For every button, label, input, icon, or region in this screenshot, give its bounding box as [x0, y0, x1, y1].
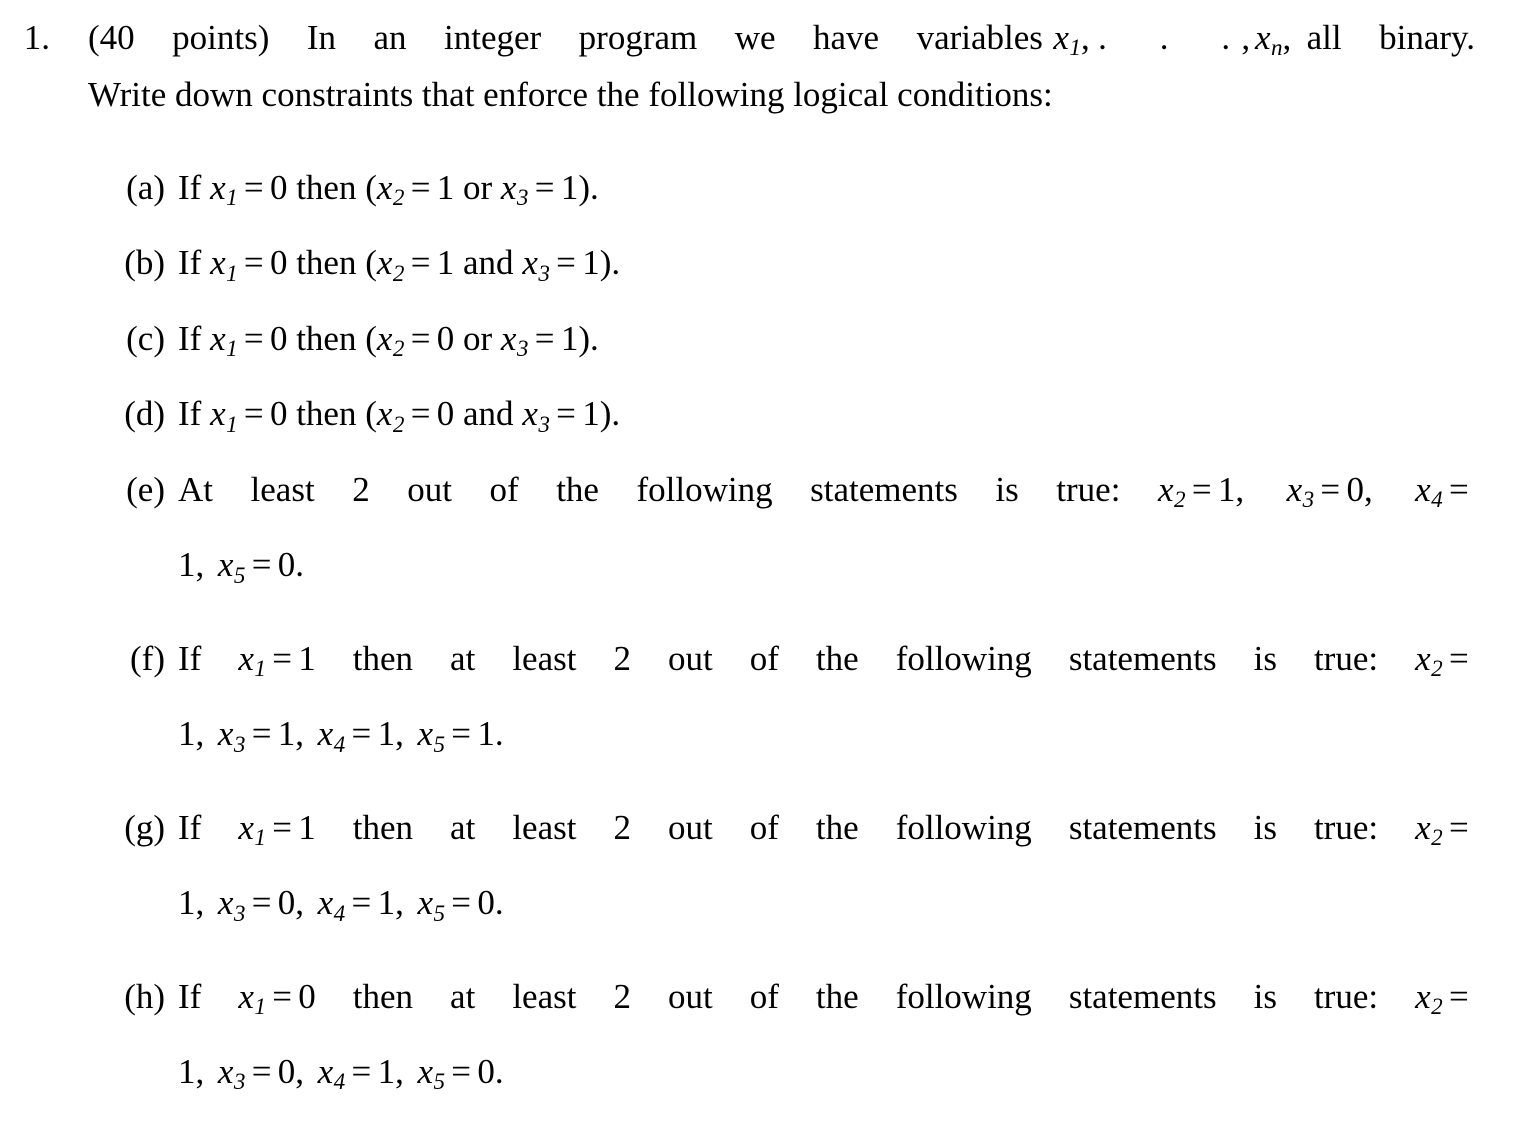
list-item-d-marker: (d)	[124, 394, 165, 434]
list-item-e-text: At least 2 out of the following statemen…	[178, 457, 1475, 608]
list-item-h-line-2: 1, x3 = 0, x4 = 1, x5 = 0.	[178, 1051, 504, 1095]
list-item-e: (e) At least 2 out of the following stat…	[0, 457, 1527, 608]
problem-intro-prefix: (40 points) In an integer program we hav…	[88, 18, 1043, 57]
list-item-e-marker: (e)	[126, 469, 165, 509]
problem-statement: (40 points) In an integer program we hav…	[88, 14, 1475, 119]
list-item-h: (h) If x1 = 0 then at least 2 out of the f…	[0, 964, 1527, 1115]
list-item-g-marker: (g)	[124, 807, 165, 847]
problem-row: 1. (40 points) In an integer program we …	[0, 14, 1527, 119]
problem-intro-line-1: (40 points) In an integer program we hav…	[88, 14, 1475, 71]
problem-intro-suffix: all binary.	[1306, 18, 1475, 57]
list-item-a: (a) If x1 = 0 then (x2 = 1 or x3 = 1).	[0, 155, 1527, 230]
list-item-f-marker: (f)	[130, 638, 165, 678]
list-item-h-text: If x1 = 0 then at least 2 out of the follo…	[178, 964, 1475, 1115]
list-item-f-line-2: 1, x3 = 1, x4 = 1, x5 = 1.	[178, 714, 504, 757]
list-item-h-marker: (h)	[124, 976, 165, 1016]
list-item-f-line-1: If x1 = 1 then at least 2 out of the follo…	[178, 638, 1469, 682]
list-item-b-text: If x1 = 0 then (x2 = 1 and x3 = 1).	[178, 243, 621, 286]
list-item-f: (f) If x1 = 1 then at least 2 out of the f…	[0, 626, 1527, 777]
list-item-b-marker: (b)	[124, 243, 165, 283]
list-item-g-text: If x1 = 1 then at least 2 out of the follo…	[178, 795, 1475, 946]
list-item-a-marker: (a)	[126, 168, 165, 207]
document-page: 1. (40 points) In an integer program we …	[0, 0, 1527, 1094]
list-item-g: (g) If x1 = 1 then at least 2 out of the f…	[0, 795, 1527, 946]
list-item-a-text: If x1 = 0 then (x2 = 1 or x3 = 1).	[178, 168, 599, 211]
problem-intro-paragraph: (40 points) In an integer program we hav…	[88, 14, 1475, 119]
list-item-d: (d) If x1 = 0 then (x2 = 0 and x3 = 1).	[0, 381, 1527, 456]
list-item-e-line-1: At least 2 out of the following statemen…	[178, 469, 1469, 513]
sub-conditions-list: (a) If x1 = 0 then (x2 = 1 or x3 = 1). (b) If …	[0, 155, 1527, 1132]
variables-notation: x1,. . ., xn,	[1053, 18, 1292, 61]
list-item-b: (b) If x1 = 0 then (x2 = 1 and x3 = 1).	[0, 230, 1527, 305]
problem-intro-line-2: Write down constraints that enforce the …	[88, 75, 1053, 115]
list-item-c-text: If x1 = 0 then (x2 = 0 or x3 = 1).	[178, 318, 599, 362]
list-item-f-text: If x1 = 1 then at least 2 out of the follo…	[178, 626, 1475, 777]
list-item-g-line-1: If x1 = 1 then at least 2 out of the follo…	[178, 807, 1469, 851]
list-item-c: (c) If x1 = 0 then (x2 = 0 or x3 = 1).	[0, 306, 1527, 381]
list-item-e-line-2: 1, x5 = 0.	[178, 545, 305, 588]
list-item-h-line-1: If x1 = 0 then at least 2 out of the follo…	[178, 976, 1469, 1019]
list-item-c-marker: (c)	[126, 318, 165, 358]
problem-1: 1. (40 points) In an integer program we …	[0, 14, 1527, 119]
problem-number: 1.	[23, 18, 50, 57]
list-item-g-line-2: 1, x3 = 0, x4 = 1, x5 = 0.	[178, 883, 504, 926]
list-item-d-text: If x1 = 0 then (x2 = 0 and x3 = 1).	[178, 394, 621, 437]
